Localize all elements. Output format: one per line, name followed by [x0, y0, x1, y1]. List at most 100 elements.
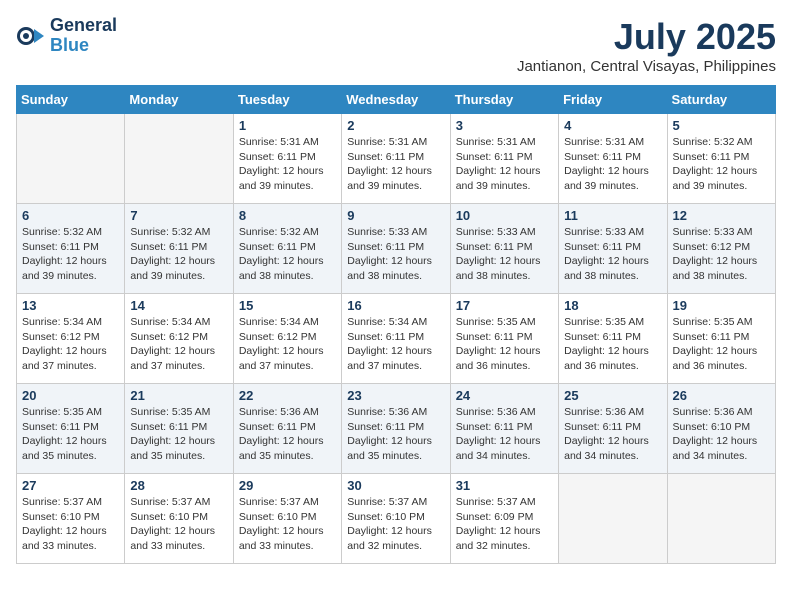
column-header-friday: Friday — [559, 86, 667, 114]
calendar-cell: 16 Sunrise: 5:34 AM Sunset: 6:11 PM Dayli… — [342, 294, 450, 384]
day-info: Sunrise: 5:35 AM Sunset: 6:11 PM Dayligh… — [456, 315, 553, 374]
day-info: Sunrise: 5:31 AM Sunset: 6:11 PM Dayligh… — [239, 135, 336, 194]
calendar-cell: 27 Sunrise: 5:37 AM Sunset: 6:10 PM Dayli… — [17, 474, 125, 564]
calendar-header-row: SundayMondayTuesdayWednesdayThursdayFrid… — [17, 86, 776, 114]
day-info: Sunrise: 5:33 AM Sunset: 6:11 PM Dayligh… — [347, 225, 444, 284]
column-header-sunday: Sunday — [17, 86, 125, 114]
day-info: Sunrise: 5:32 AM Sunset: 6:11 PM Dayligh… — [673, 135, 770, 194]
calendar-cell: 17Sunrise: 5:35 AM Sunset: 6:11 PM Dayli… — [450, 294, 558, 384]
calendar-cell — [125, 114, 233, 204]
calendar-cell — [17, 114, 125, 204]
calendar-cell: 9Sunrise: 5:33 AM Sunset: 6:11 PM Daylig… — [342, 204, 450, 294]
week-row-2: 6 Sunrise: 5:32 AM Sunset: 6:11 PM Daylig… — [17, 204, 776, 294]
day-info: Sunrise: 5:36 AM Sunset: 6:11 PM Dayligh… — [456, 405, 553, 464]
column-header-wednesday: Wednesday — [342, 86, 450, 114]
day-number: 20 — [22, 388, 119, 403]
day-info: Sunrise: 5:33 AM Sunset: 6:11 PM Dayligh… — [564, 225, 661, 284]
day-number: 24 — [456, 388, 553, 403]
day-info: Sunrise: 5:34 AM Sunset: 6:12 PM Dayligh… — [239, 315, 336, 374]
day-number: 14 — [130, 298, 227, 313]
day-number: 27 — [22, 478, 119, 493]
page-header: General Blue July 2025 Jantianon, Centra… — [16, 16, 776, 75]
day-info: Sunrise: 5:31 AM Sunset: 6:11 PM Dayligh… — [456, 135, 553, 194]
day-number: 1 — [239, 118, 336, 133]
day-info: Sunrise: 5:36 AM Sunset: 6:11 PM Dayligh… — [239, 405, 336, 464]
day-info: Sunrise: 5:36 AM Sunset: 6:10 PM Dayligh… — [673, 405, 770, 464]
day-info: Sunrise: 5:35 AM Sunset: 6:11 PM Dayligh… — [564, 315, 661, 374]
day-number: 8 — [239, 208, 336, 223]
day-number: 28 — [130, 478, 227, 493]
column-header-saturday: Saturday — [667, 86, 775, 114]
calendar-cell: 5 Sunrise: 5:32 AM Sunset: 6:11 PM Daylig… — [667, 114, 775, 204]
week-row-4: 20 Sunrise: 5:35 AM Sunset: 6:11 PM Dayli… — [17, 384, 776, 474]
week-row-3: 13 Sunrise: 5:34 AM Sunset: 6:12 PM Dayli… — [17, 294, 776, 384]
day-info: Sunrise: 5:37 AM Sunset: 6:10 PM Dayligh… — [22, 495, 119, 554]
calendar-cell: 11 Sunrise: 5:33 AM Sunset: 6:11 PM Dayli… — [559, 204, 667, 294]
calendar-cell: 12Sunrise: 5:33 AM Sunset: 6:12 PM Dayli… — [667, 204, 775, 294]
calendar-cell: 8 Sunrise: 5:32 AM Sunset: 6:11 PM Daylig… — [233, 204, 341, 294]
calendar-cell: 20Sunrise: 5:35 AM Sunset: 6:11 PM Dayli… — [17, 384, 125, 474]
calendar-cell: 22Sunrise: 5:36 AM Sunset: 6:11 PM Dayli… — [233, 384, 341, 474]
logo: General Blue — [16, 16, 117, 56]
day-number: 5 — [673, 118, 770, 133]
day-info: Sunrise: 5:37 AM Sunset: 6:10 PM Dayligh… — [130, 495, 227, 554]
month-title: July 2025 — [517, 16, 776, 58]
day-info: Sunrise: 5:34 AM Sunset: 6:11 PM Dayligh… — [347, 315, 444, 374]
calendar-cell: 23 Sunrise: 5:36 AM Sunset: 6:11 PM Dayli… — [342, 384, 450, 474]
calendar-cell: 28 Sunrise: 5:37 AM Sunset: 6:10 PM Dayli… — [125, 474, 233, 564]
logo-text: General Blue — [50, 16, 117, 56]
day-number: 13 — [22, 298, 119, 313]
day-number: 31 — [456, 478, 553, 493]
day-number: 15 — [239, 298, 336, 313]
calendar-cell: 24 Sunrise: 5:36 AM Sunset: 6:11 PM Dayli… — [450, 384, 558, 474]
day-info: Sunrise: 5:36 AM Sunset: 6:11 PM Dayligh… — [564, 405, 661, 464]
day-number: 18 — [564, 298, 661, 313]
calendar-cell: 1 Sunrise: 5:31 AM Sunset: 6:11 PM Daylig… — [233, 114, 341, 204]
day-number: 30 — [347, 478, 444, 493]
day-info: Sunrise: 5:35 AM Sunset: 6:11 PM Dayligh… — [673, 315, 770, 374]
calendar-cell — [559, 474, 667, 564]
day-number: 29 — [239, 478, 336, 493]
day-number: 12 — [673, 208, 770, 223]
calendar-cell: 21Sunrise: 5:35 AM Sunset: 6:11 PM Dayli… — [125, 384, 233, 474]
day-info: Sunrise: 5:37 AM Sunset: 6:09 PM Dayligh… — [456, 495, 553, 554]
day-info: Sunrise: 5:34 AM Sunset: 6:12 PM Dayligh… — [130, 315, 227, 374]
day-info: Sunrise: 5:34 AM Sunset: 6:12 PM Dayligh… — [22, 315, 119, 374]
week-row-1: 1 Sunrise: 5:31 AM Sunset: 6:11 PM Daylig… — [17, 114, 776, 204]
day-number: 16 — [347, 298, 444, 313]
day-info: Sunrise: 5:32 AM Sunset: 6:11 PM Dayligh… — [130, 225, 227, 284]
day-number: 25 — [564, 388, 661, 403]
day-number: 2 — [347, 118, 444, 133]
day-number: 23 — [347, 388, 444, 403]
day-number: 6 — [22, 208, 119, 223]
calendar-cell: 6 Sunrise: 5:32 AM Sunset: 6:11 PM Daylig… — [17, 204, 125, 294]
calendar: SundayMondayTuesdayWednesdayThursdayFrid… — [16, 85, 776, 564]
day-number: 11 — [564, 208, 661, 223]
title-area: July 2025 Jantianon, Central Visayas, Ph… — [517, 16, 776, 75]
calendar-cell: 18 Sunrise: 5:35 AM Sunset: 6:11 PM Dayli… — [559, 294, 667, 384]
day-info: Sunrise: 5:32 AM Sunset: 6:11 PM Dayligh… — [239, 225, 336, 284]
calendar-cell: 3Sunrise: 5:31 AM Sunset: 6:11 PM Daylig… — [450, 114, 558, 204]
calendar-cell: 2 Sunrise: 5:31 AM Sunset: 6:11 PM Daylig… — [342, 114, 450, 204]
day-number: 26 — [673, 388, 770, 403]
calendar-cell: 30 Sunrise: 5:37 AM Sunset: 6:10 PM Dayli… — [342, 474, 450, 564]
calendar-cell: 4Sunrise: 5:31 AM Sunset: 6:11 PM Daylig… — [559, 114, 667, 204]
calendar-cell: 15 Sunrise: 5:34 AM Sunset: 6:12 PM Dayli… — [233, 294, 341, 384]
logo-icon — [16, 21, 46, 51]
day-info: Sunrise: 5:31 AM Sunset: 6:11 PM Dayligh… — [347, 135, 444, 194]
day-info: Sunrise: 5:37 AM Sunset: 6:10 PM Dayligh… — [239, 495, 336, 554]
day-info: Sunrise: 5:37 AM Sunset: 6:10 PM Dayligh… — [347, 495, 444, 554]
day-info: Sunrise: 5:35 AM Sunset: 6:11 PM Dayligh… — [130, 405, 227, 464]
calendar-cell: 31 Sunrise: 5:37 AM Sunset: 6:09 PM Dayli… — [450, 474, 558, 564]
calendar-cell: 7Sunrise: 5:32 AM Sunset: 6:11 PM Daylig… — [125, 204, 233, 294]
calendar-cell: 19 Sunrise: 5:35 AM Sunset: 6:11 PM Dayli… — [667, 294, 775, 384]
column-header-thursday: Thursday — [450, 86, 558, 114]
calendar-cell: 29 Sunrise: 5:37 AM Sunset: 6:10 PM Dayli… — [233, 474, 341, 564]
day-info: Sunrise: 5:32 AM Sunset: 6:11 PM Dayligh… — [22, 225, 119, 284]
logo-blue: Blue — [50, 36, 117, 56]
location-title: Jantianon, Central Visayas, Philippines — [517, 58, 776, 75]
day-info: Sunrise: 5:36 AM Sunset: 6:11 PM Dayligh… — [347, 405, 444, 464]
calendar-cell: 10Sunrise: 5:33 AM Sunset: 6:11 PM Dayli… — [450, 204, 558, 294]
day-number: 19 — [673, 298, 770, 313]
day-number: 4 — [564, 118, 661, 133]
